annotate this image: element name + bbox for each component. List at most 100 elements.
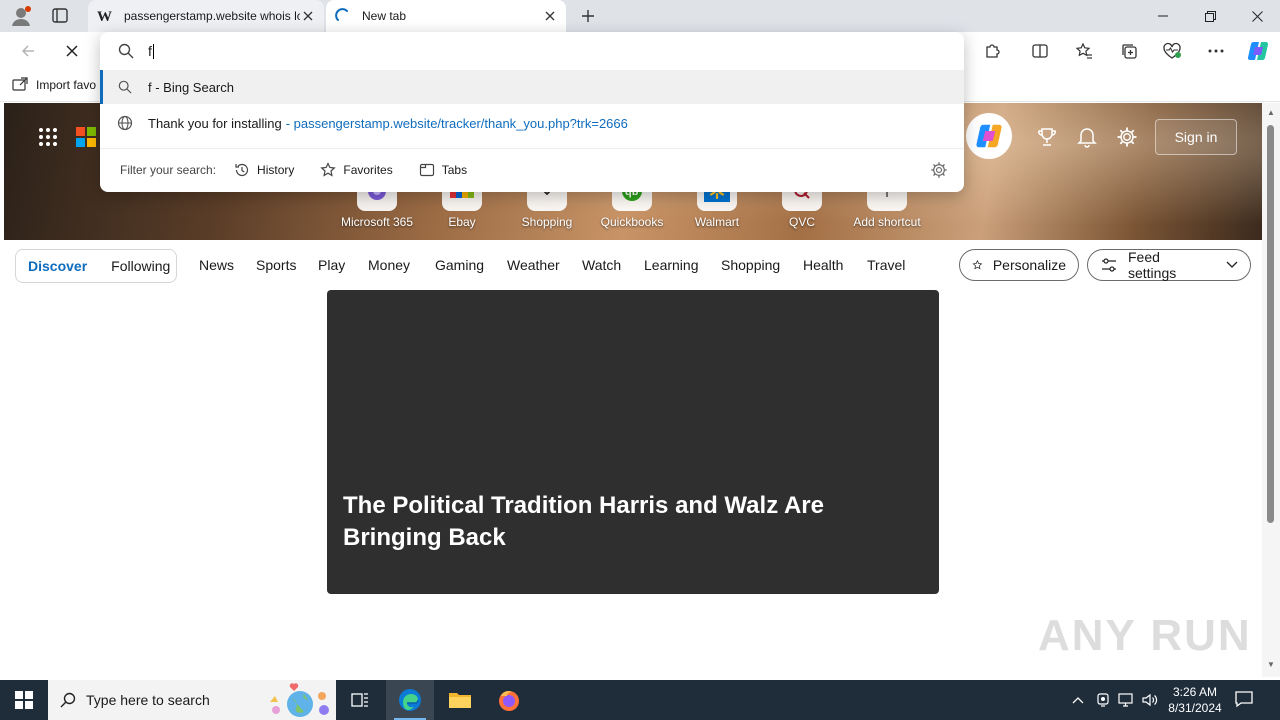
tab-actions-icon[interactable]: [48, 6, 72, 26]
sign-in-button[interactable]: Sign in: [1155, 119, 1237, 155]
network-icon[interactable]: [1117, 690, 1137, 710]
nav-weather[interactable]: Weather: [507, 257, 560, 273]
feed-settings-button[interactable]: Feed settings: [1087, 249, 1251, 281]
svg-text:W: W: [97, 9, 112, 25]
back-button[interactable]: [14, 38, 42, 64]
shortcut-label: Microsoft 365: [340, 215, 414, 229]
personalize-button[interactable]: Personalize: [959, 249, 1079, 281]
split-screen-button[interactable]: [1026, 38, 1054, 64]
shortcut-label: Quickbooks: [600, 215, 664, 229]
nav-news[interactable]: News: [199, 257, 234, 273]
minimize-button[interactable]: [1140, 0, 1186, 32]
copilot-icon: [1247, 41, 1269, 61]
shortcut-label: Shopping: [521, 215, 573, 229]
address-input[interactable]: f: [100, 32, 964, 70]
scroll-down-icon[interactable]: ▼: [1266, 659, 1276, 669]
volume-icon[interactable]: [1140, 690, 1160, 710]
action-center-button[interactable]: [1234, 690, 1258, 710]
import-favorites-button[interactable]: Import favo: [12, 77, 96, 93]
puzzle-icon: [986, 44, 1000, 58]
copilot-button[interactable]: [1244, 38, 1272, 64]
rewards-button[interactable]: [1035, 125, 1059, 149]
featured-article-title[interactable]: The Political Tradition Harris and Walz …: [343, 490, 923, 554]
nav-learning[interactable]: Learning: [644, 257, 699, 273]
start-button[interactable]: [0, 680, 48, 720]
tab-whois[interactable]: W passengerstamp.website whois lc: [88, 0, 324, 32]
import-favorites-label: Import favo: [36, 78, 97, 92]
scroll-up-icon[interactable]: ▲: [1266, 107, 1276, 117]
search-highlight-globe-icon: [270, 683, 329, 717]
filter-chip-label: History: [257, 162, 295, 177]
plus-icon: [582, 10, 594, 22]
settings-more-button[interactable]: [1202, 38, 1230, 64]
tab-title: New tab: [362, 9, 407, 23]
wikipedia-w-icon: W: [96, 7, 114, 25]
search-settings-gear-icon[interactable]: [930, 161, 948, 179]
filter-tabs-chip[interactable]: Tabs: [419, 162, 467, 178]
folder-icon: [449, 693, 471, 708]
task-view-icon: [351, 693, 368, 707]
watermark-text: ANY RUN: [1038, 611, 1252, 660]
tab-close-icon[interactable]: [542, 8, 558, 24]
tray-device-icon[interactable]: [1093, 690, 1113, 710]
history-clock-icon: [235, 163, 249, 176]
featured-article-card[interactable]: The Political Tradition Harris and Walz …: [327, 290, 939, 594]
globe-icon: [116, 114, 134, 132]
import-icon: [12, 77, 28, 91]
sliders-icon: [1101, 258, 1116, 272]
gear-icon: [1117, 127, 1137, 147]
stop-icon: [66, 45, 78, 57]
tab-title: passengerstamp.website whois lc: [124, 9, 300, 23]
task-view-button[interactable]: [336, 680, 384, 720]
taskbar-edge-app[interactable]: [386, 680, 434, 720]
taskbar-firefox-app[interactable]: [485, 680, 533, 720]
feed-pill-group: Discover Following: [15, 249, 177, 283]
nav-watch[interactable]: Watch: [582, 257, 621, 273]
address-typed-text: f: [148, 42, 152, 59]
split-screen-icon: [1032, 44, 1048, 58]
nav-health[interactable]: Health: [803, 257, 843, 273]
favorites-button[interactable]: [1070, 38, 1098, 64]
suggestion-bing-search[interactable]: f - Bing Search: [100, 70, 964, 104]
restore-button[interactable]: [1187, 0, 1233, 32]
hero-copilot-button[interactable]: [966, 113, 1012, 159]
pill-discover[interactable]: Discover: [16, 258, 99, 274]
tab-close-icon[interactable]: [300, 8, 316, 24]
pill-following[interactable]: Following: [99, 258, 182, 274]
page-settings-button[interactable]: [1115, 125, 1139, 149]
minimize-icon: [1158, 15, 1168, 17]
filter-history-chip[interactable]: History: [234, 162, 294, 178]
shortcut-label: Walmart: [694, 215, 740, 229]
nav-money[interactable]: Money: [368, 257, 410, 273]
close-icon: [1251, 10, 1263, 22]
filter-favorites-chip[interactable]: Favorites: [320, 161, 393, 178]
collections-button[interactable]: [1115, 38, 1143, 64]
scroll-thumb[interactable]: [1267, 125, 1274, 523]
notifications-button[interactable]: [1075, 125, 1099, 149]
page-scrollbar[interactable]: ▲ ▼: [1262, 103, 1280, 677]
stop-loading-button[interactable]: [58, 38, 86, 64]
suggestion-text: f - Bing Search: [148, 79, 234, 95]
taskbar-search-box[interactable]: Type here to search: [48, 680, 336, 720]
taskbar-file-explorer-app[interactable]: [436, 680, 484, 720]
nav-shopping[interactable]: Shopping: [721, 257, 780, 273]
personalize-label: Personalize: [992, 257, 1066, 273]
new-tab-button[interactable]: [576, 5, 600, 27]
nav-gaming[interactable]: Gaming: [435, 257, 484, 273]
profile-avatar-icon[interactable]: [10, 5, 32, 27]
browser-essentials-button[interactable]: [1158, 38, 1186, 64]
nav-sports[interactable]: Sports: [256, 257, 296, 273]
heart-pulse-icon: [1163, 42, 1181, 59]
extensions-button[interactable]: [978, 38, 1006, 64]
app-launcher-icon[interactable]: [38, 127, 58, 147]
tray-overflow-chevron-icon[interactable]: [1068, 690, 1088, 710]
back-arrow-icon: [21, 45, 34, 57]
taskbar-clock[interactable]: 3:26 AM 8/31/2024: [1164, 684, 1226, 716]
sparkle-star-icon: [972, 259, 983, 270]
tab-new-tab[interactable]: New tab: [326, 0, 566, 32]
close-window-button[interactable]: [1234, 0, 1280, 32]
suggestion-history-page[interactable]: Thank you for installing - passengerstam…: [100, 106, 964, 140]
nav-play[interactable]: Play: [318, 257, 345, 273]
filter-label: Filter your search:: [120, 162, 217, 177]
nav-travel[interactable]: Travel: [867, 257, 905, 273]
